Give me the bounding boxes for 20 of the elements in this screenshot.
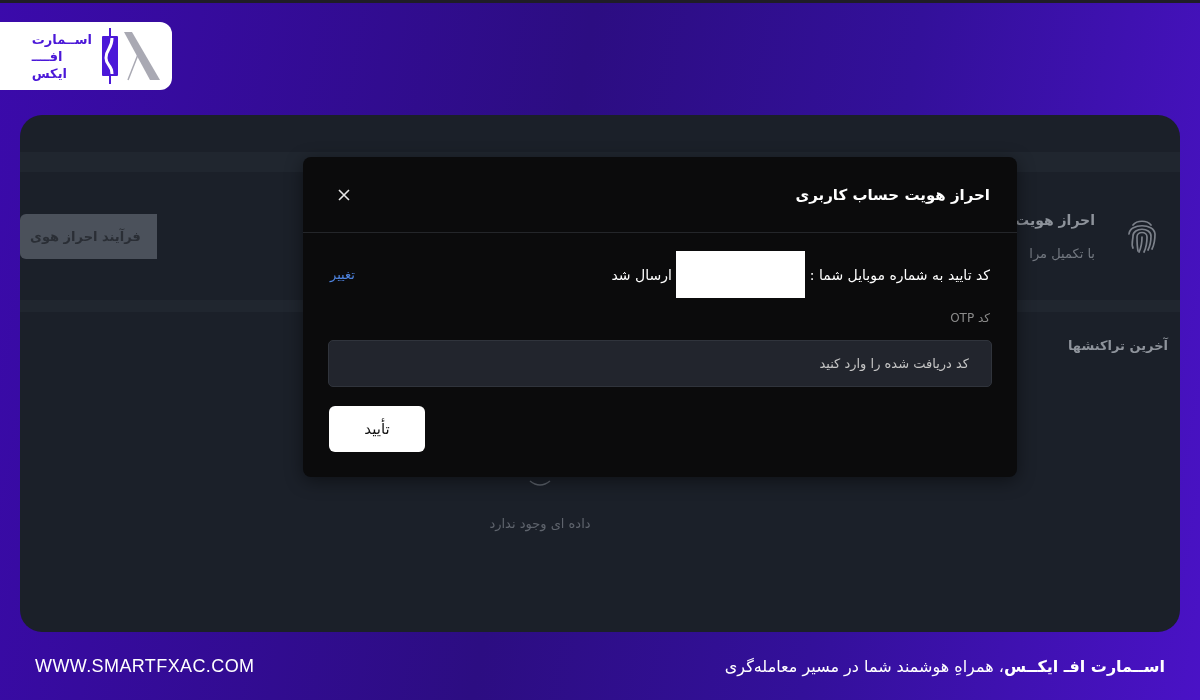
website-url: WWW.SMARTFXAC.COM <box>35 655 255 677</box>
section-title: احراز هویت <box>1015 211 1095 228</box>
tagline: اســمارت افـ ایکــس، همراهِ هوشمند شما در مسیر معامله‌گری <box>724 656 1165 676</box>
empty-state-icon <box>529 480 551 488</box>
section-subtitle: با تکمیل مرا <box>1029 245 1095 261</box>
otp-input[interactable]: کد دریافت شده را وارد کنید <box>328 340 992 387</box>
transactions-title: آخرین تراکنشها <box>1068 338 1168 353</box>
message-text: کد تایید به شماره موبایل شما : <box>809 266 990 283</box>
close-button[interactable] <box>338 188 350 201</box>
otp-label: کد OTP <box>950 310 990 326</box>
fingerprint-icon <box>1127 218 1157 254</box>
confirm-button[interactable]: تأیید <box>329 406 425 452</box>
logo-text: اســمارت <box>31 30 92 48</box>
close-icon <box>338 188 350 201</box>
dialog-title: احراز هویت حساب کاربری <box>795 185 990 204</box>
logo-text: افــــ <box>31 47 63 65</box>
change-link[interactable]: تغییر <box>330 267 355 282</box>
empty-state-text: داده ای وجود ندارد <box>489 516 591 531</box>
message-text: ارسال شد <box>611 266 672 283</box>
logo-text: ایکس <box>31 64 67 82</box>
